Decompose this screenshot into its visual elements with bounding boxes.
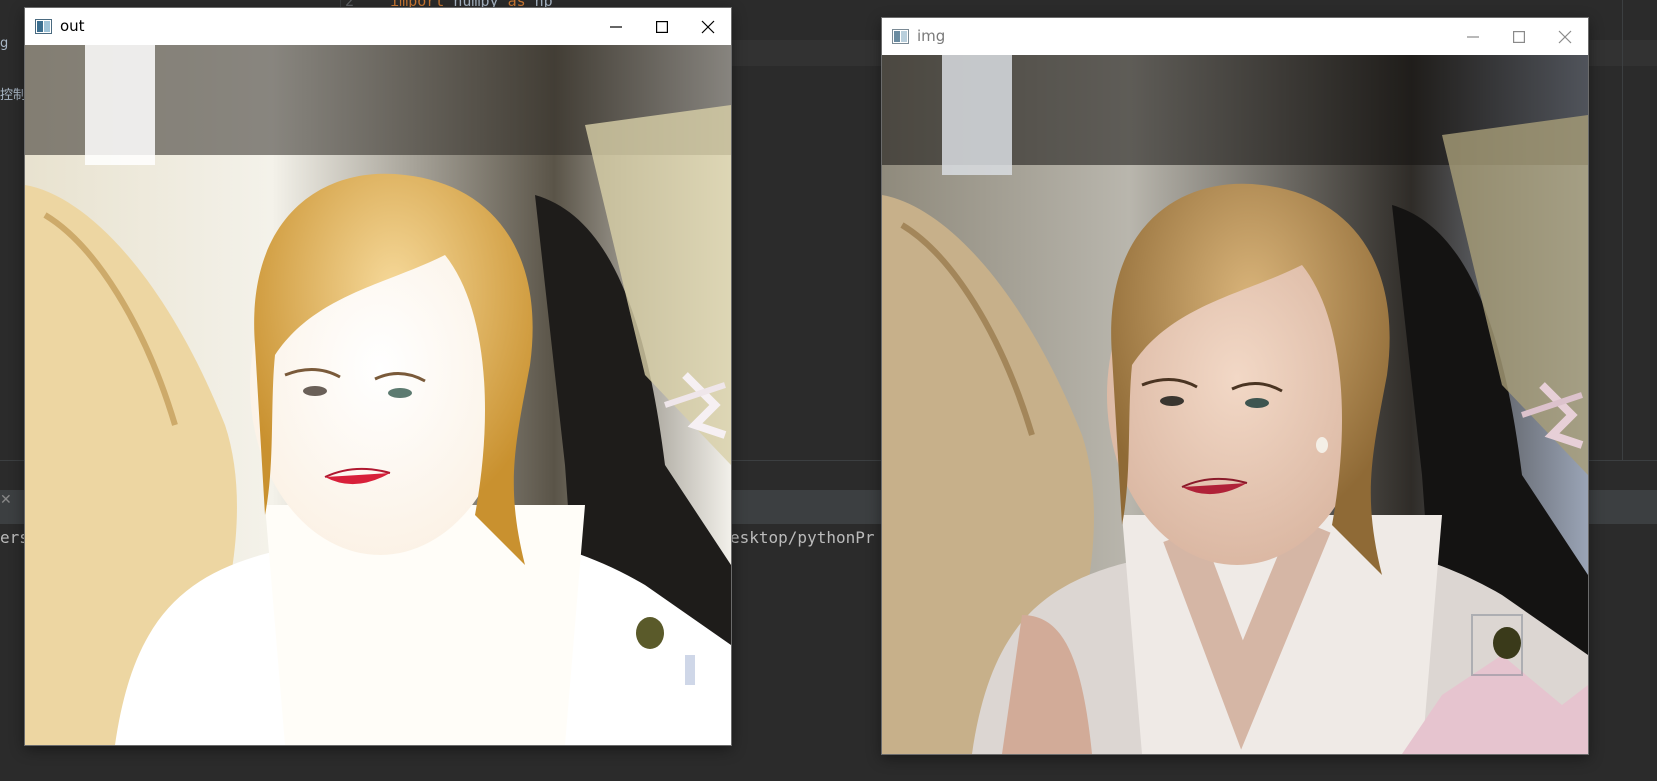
editor-right-margin bbox=[1622, 0, 1623, 460]
img-window[interactable]: img bbox=[882, 18, 1588, 754]
window-titlebar[interactable]: img bbox=[882, 18, 1588, 55]
maximize-button[interactable] bbox=[639, 8, 685, 45]
app-icon bbox=[892, 29, 909, 44]
maximize-icon bbox=[1513, 30, 1525, 43]
out-window[interactable]: out bbox=[25, 8, 731, 745]
output-image bbox=[25, 45, 731, 745]
maximize-button[interactable] bbox=[1496, 18, 1542, 55]
ide-sidebar-fragment: g bbox=[0, 36, 9, 51]
terminal-output-path: esktop/pythonPr bbox=[730, 528, 875, 547]
close-icon bbox=[1558, 30, 1572, 43]
minimize-button[interactable] bbox=[593, 8, 639, 45]
close-icon[interactable]: ✕ bbox=[0, 492, 12, 508]
window-title: out bbox=[60, 17, 85, 35]
ide-sidebar-fragment: 控制 bbox=[0, 88, 27, 103]
maximize-icon bbox=[656, 20, 668, 33]
close-button[interactable] bbox=[685, 8, 731, 45]
close-button[interactable] bbox=[1542, 18, 1588, 55]
image-canvas[interactable] bbox=[882, 55, 1588, 754]
window-title: img bbox=[917, 27, 946, 45]
window-titlebar[interactable]: out bbox=[25, 8, 731, 45]
image-canvas[interactable] bbox=[25, 45, 731, 745]
minimize-button[interactable] bbox=[1450, 18, 1496, 55]
close-icon bbox=[701, 20, 715, 33]
input-image bbox=[882, 55, 1588, 754]
minimize-icon bbox=[610, 25, 622, 28]
app-icon bbox=[35, 19, 52, 34]
minimize-icon bbox=[1467, 35, 1479, 38]
